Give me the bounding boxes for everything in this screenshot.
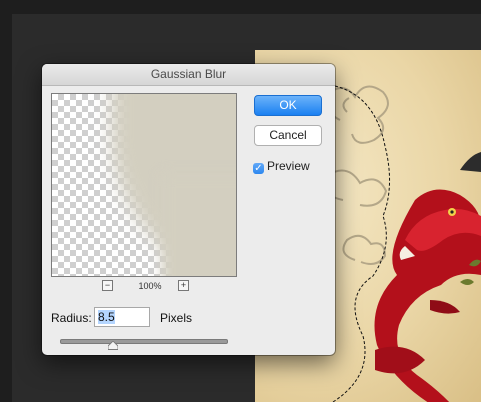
radius-row: Radius: 8.5 Pixels [51,307,251,329]
ok-button[interactable]: OK [254,95,322,116]
preview-zoom-controls: − 100% + [102,280,192,294]
dialog-title: Gaussian Blur [42,64,335,86]
radius-label: Radius: [51,311,92,325]
preview-checkbox-row[interactable]: ✓ Preview [253,159,310,174]
radius-input[interactable]: 8.5 [94,307,150,327]
preview-label: Preview [267,159,310,173]
slider-thumb-icon[interactable] [108,341,119,350]
zoom-level: 100% [138,281,162,291]
blur-preview-content-lower [162,174,236,276]
cancel-button[interactable]: Cancel [254,125,322,146]
units-label: Pixels [160,311,193,325]
checkmark-icon[interactable]: ✓ [253,163,264,174]
zoom-in-button[interactable]: + [178,280,189,291]
gaussian-blur-dialog: Gaussian Blur − 100% + OK Cancel ✓ Previe… [42,64,335,355]
radius-slider-track[interactable] [60,339,228,344]
blur-preview-pane[interactable] [51,93,237,277]
zoom-out-button[interactable]: − [102,280,113,291]
radius-value: 8.5 [98,310,115,324]
